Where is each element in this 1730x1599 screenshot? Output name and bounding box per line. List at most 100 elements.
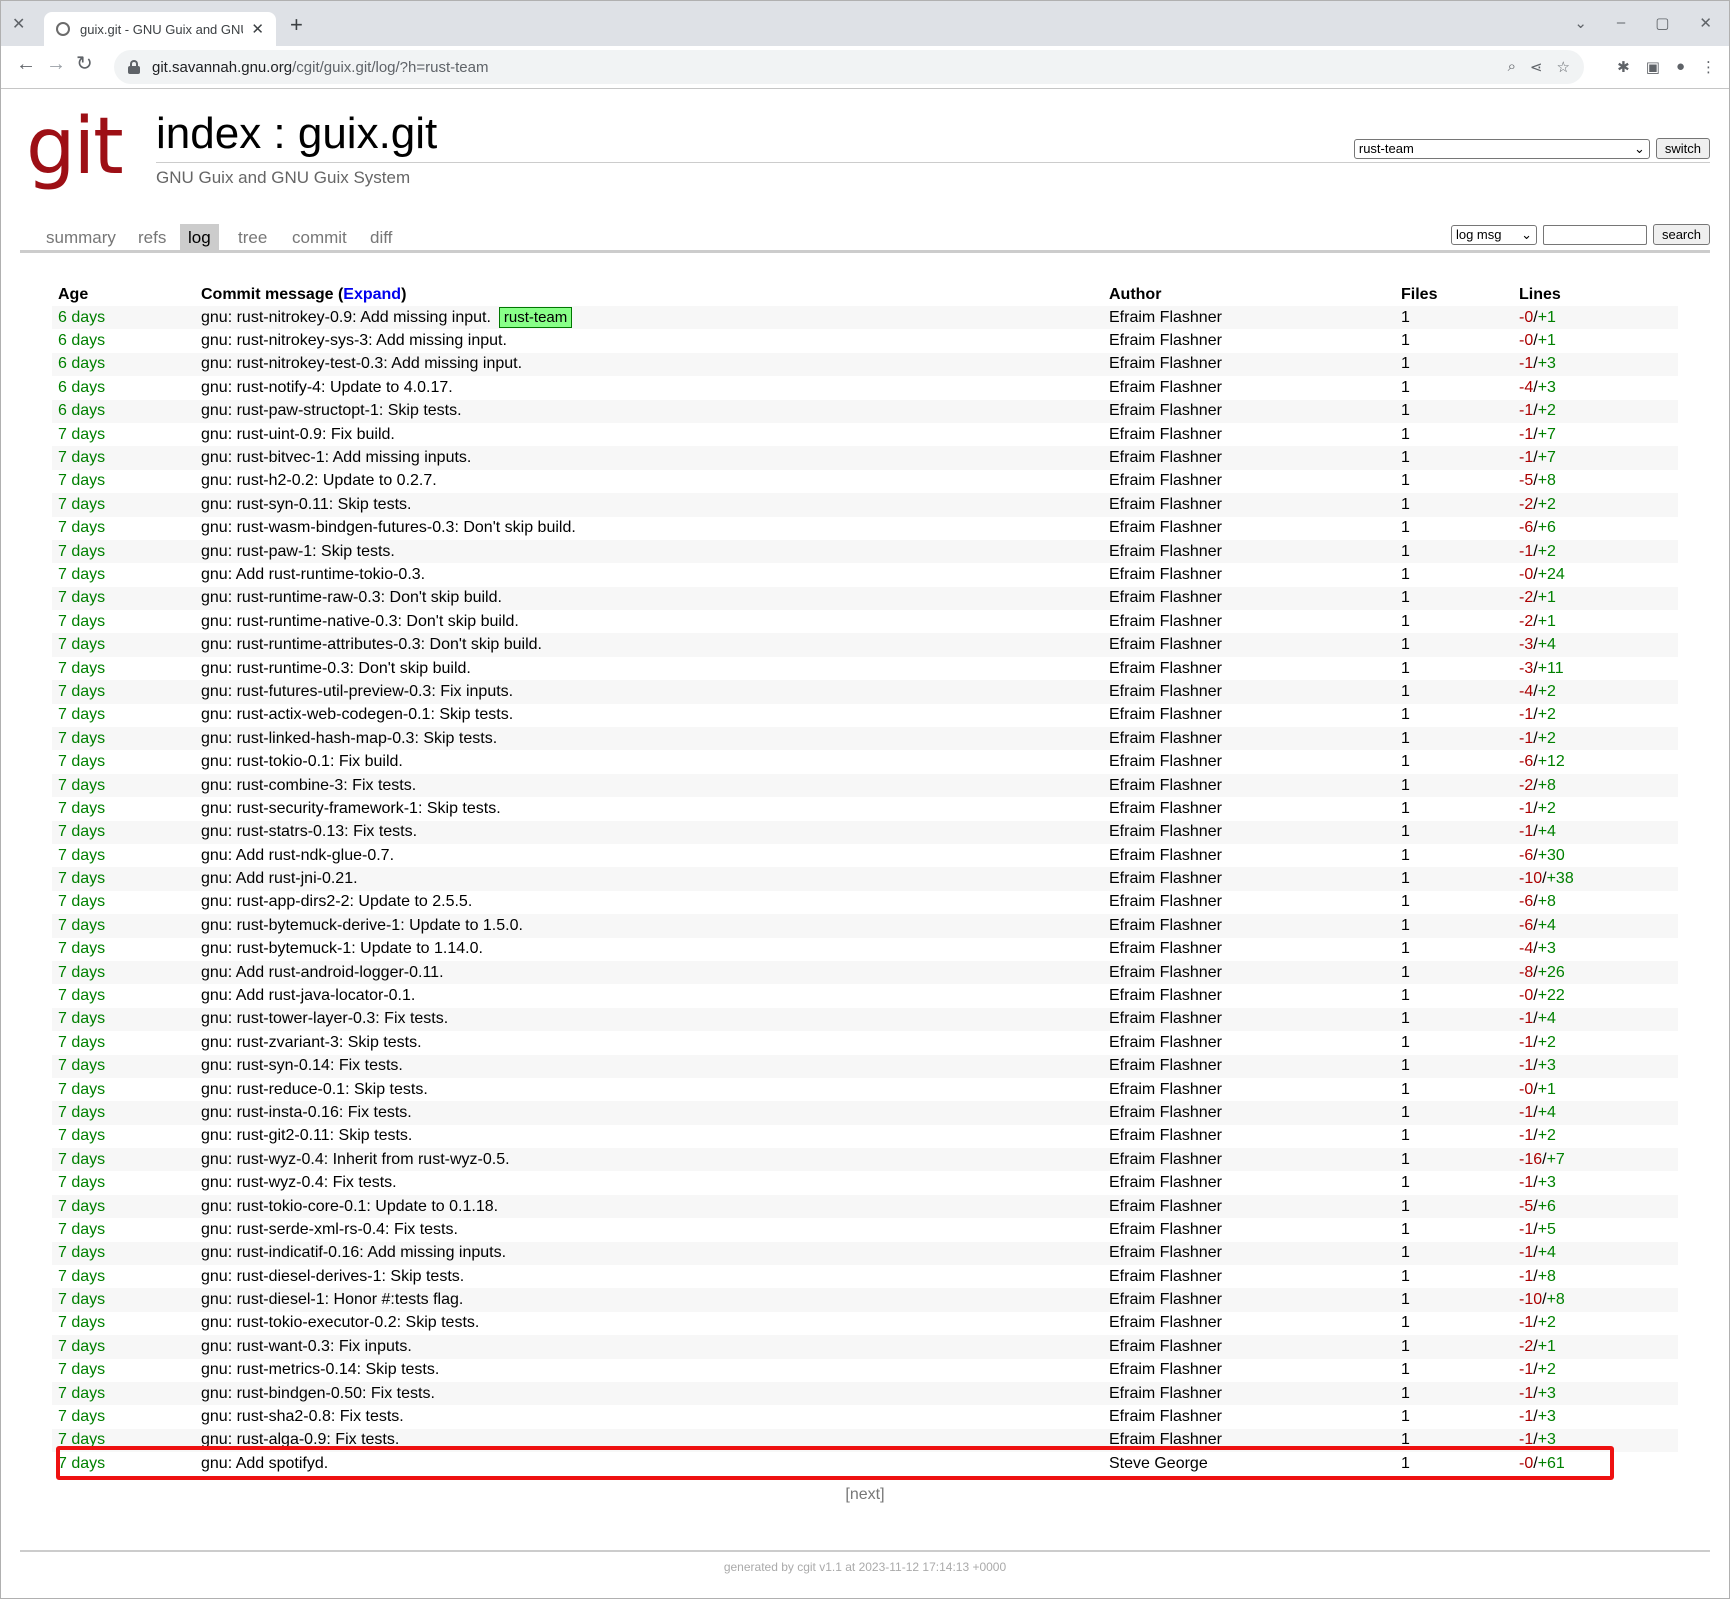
commit-message-link[interactable]: gnu: rust-diesel-derives-1: Skip tests. [201,1268,464,1285]
commit-message-link[interactable]: gnu: rust-notify-4: Update to 4.0.17. [201,379,453,396]
browser-tab[interactable]: guix.git - GNU Guix and GNU G ✕ [44,12,276,46]
commit-message-link[interactable]: gnu: rust-tokio-0.1: Fix build. [201,753,403,770]
commit-message-link[interactable]: gnu: rust-nitrokey-test-0.3: Add missing… [201,355,522,372]
address-bar[interactable]: git.savannah.gnu.org/cgit/guix.git/log/?… [114,50,1584,84]
commit-message-link[interactable]: gnu: rust-futures-util-preview-0.3: Fix … [201,683,513,700]
maximize-icon[interactable]: ▢ [1655,14,1669,32]
commit-message-link[interactable]: gnu: rust-uint-0.9: Fix build. [201,426,395,443]
reload-icon[interactable]: ↻ [76,54,93,74]
tab-diff[interactable]: diff [362,224,400,250]
commit-age[interactable]: 7 days [52,680,195,704]
commit-age[interactable]: 7 days [52,1405,195,1428]
expand-link[interactable]: Expand [343,286,401,303]
commit-age[interactable]: 7 days [52,470,195,493]
commit-message-link[interactable]: gnu: rust-bytemuck-1: Update to 1.14.0. [201,940,483,957]
commit-age[interactable]: 7 days [52,891,195,914]
commit-age[interactable]: 7 days [52,1359,195,1382]
forward-icon[interactable]: → [46,54,66,74]
commit-message-link[interactable]: gnu: rust-bytemuck-derive-1: Update to 1… [201,917,523,934]
commit-age[interactable]: 7 days [52,1031,195,1054]
extensions-puzzle-icon[interactable]: ✱ [1617,58,1630,76]
commit-age[interactable]: 7 days [52,586,195,611]
minimize-icon[interactable]: – [1617,14,1625,32]
commit-age[interactable]: 7 days [52,493,195,517]
search-mode-select[interactable]: log msg ⌄ [1450,224,1537,245]
search-button[interactable]: search [1652,224,1710,245]
commit-message-link[interactable]: gnu: rust-syn-0.11: Skip tests. [201,496,411,513]
commit-age[interactable]: 6 days [52,399,195,423]
commit-message-link[interactable]: gnu: rust-bindgen-0.50: Fix tests. [201,1385,435,1402]
commit-message-link[interactable]: gnu: rust-linked-hash-map-0.3: Skip test… [201,730,497,747]
commit-message-link[interactable]: gnu: rust-actix-web-codegen-0.1: Skip te… [201,706,513,723]
commit-message-link[interactable]: gnu: Add rust-jni-0.21. [201,870,358,887]
commit-age[interactable]: 7 days [52,1381,195,1406]
close-window-icon[interactable]: ✕ [12,14,25,34]
commit-age[interactable]: 7 days [52,1288,195,1312]
branch-select[interactable]: rust-team ⌄ [1353,138,1650,159]
branch-badge[interactable]: rust-team [498,307,573,329]
commit-age[interactable]: 7 days [52,1054,195,1078]
commit-age[interactable]: 7 days [52,1335,195,1359]
commit-message-link[interactable]: gnu: rust-reduce-0.1: Skip tests. [201,1081,428,1098]
commit-message-link[interactable]: gnu: rust-metrics-0.14: Skip tests. [201,1361,439,1378]
commit-message-link[interactable]: gnu: rust-nitrokey-0.9: Add missing inpu… [201,309,491,326]
zoom-icon[interactable]: ⌕ [1508,58,1516,76]
commit-age[interactable]: 7 days [52,1148,195,1172]
commit-message-link[interactable]: gnu: rust-wyz-0.4: Inherit from rust-wyz… [201,1151,510,1168]
tab-refs[interactable]: refs [130,224,174,250]
commit-message-link[interactable]: gnu: rust-paw-structopt-1: Skip tests. [201,402,462,419]
commit-age[interactable]: 7 days [52,727,195,751]
commit-age[interactable]: 7 days [52,960,195,985]
tab-commit[interactable]: commit [284,224,355,250]
commit-age[interactable]: 7 days [52,657,195,680]
commit-message-link[interactable]: gnu: rust-tokio-executor-0.2: Skip tests… [201,1314,479,1331]
share-icon[interactable]: ⋖ [1530,58,1543,76]
commit-age[interactable]: 7 days [52,1007,195,1032]
profile-avatar-icon[interactable]: ● [1676,58,1685,76]
commit-age[interactable]: 7 days [52,1078,195,1101]
commit-age[interactable]: 6 days [52,306,195,330]
commit-message-link[interactable]: gnu: rust-wasm-bindgen-futures-0.3: Don'… [201,519,576,536]
commit-age[interactable]: 7 days [52,1194,195,1219]
side-panel-icon[interactable]: ▣ [1646,58,1660,76]
tab-summary[interactable]: summary [38,224,124,250]
commit-age[interactable]: 7 days [52,539,195,564]
commit-message-link[interactable]: gnu: Add rust-ndk-glue-0.7. [201,847,394,864]
commit-age[interactable]: 7 days [52,773,195,798]
commit-message-link[interactable]: gnu: rust-wyz-0.4: Fix tests. [201,1174,397,1191]
commit-age[interactable]: 7 days [52,1101,195,1125]
commit-message-link[interactable]: gnu: rust-tower-layer-0.3: Fix tests. [201,1010,448,1027]
commit-age[interactable]: 7 days [52,1312,195,1335]
commit-age[interactable]: 7 days [52,984,195,1007]
commit-age[interactable]: 7 days [52,914,195,938]
commit-age[interactable]: 7 days [52,820,195,844]
commit-message-link[interactable]: gnu: rust-paw-1: Skip tests. [201,543,395,560]
commit-age[interactable]: 7 days [52,1125,195,1148]
commit-message-link[interactable]: gnu: rust-tokio-core-0.1: Update to 0.1.… [201,1198,498,1215]
commit-message-link[interactable]: gnu: rust-serde-xml-rs-0.4: Fix tests. [201,1221,458,1238]
commit-age[interactable]: 6 days [52,352,195,377]
commit-message-link[interactable]: gnu: rust-insta-0.16: Fix tests. [201,1104,412,1121]
commit-age[interactable]: 7 days [52,610,195,633]
commit-age[interactable]: 7 days [52,750,195,773]
commit-message-link[interactable]: gnu: rust-nitrokey-sys-3: Add missing in… [201,332,507,349]
commit-age[interactable]: 7 days [52,1265,195,1288]
commit-message-link[interactable]: gnu: Add spotifyd. [201,1455,328,1472]
commit-message-link[interactable]: gnu: Add rust-java-locator-0.1. [201,987,415,1004]
commit-message-link[interactable]: gnu: rust-combine-3: Fix tests. [201,777,416,794]
git-logo[interactable]: git [26,108,124,186]
commit-message-link[interactable]: gnu: rust-runtime-attributes-0.3: Don't … [201,636,542,653]
commit-age[interactable]: 7 days [52,844,195,867]
commit-age[interactable]: 7 days [52,633,195,657]
commit-age[interactable]: 7 days [52,1241,195,1266]
commit-message-link[interactable]: gnu: rust-bitvec-1: Add missing inputs. [201,449,471,466]
search-input[interactable] [1542,224,1647,245]
commit-message-link[interactable]: gnu: rust-diesel-1: Honor #:tests flag. [201,1291,463,1308]
close-icon[interactable]: ✕ [1699,14,1712,32]
commit-age[interactable]: 7 days [52,867,195,891]
commit-age[interactable]: 7 days [52,517,195,540]
commit-age[interactable]: 6 days [52,376,195,399]
commit-message-link[interactable]: gnu: rust-git2-0.11: Skip tests. [201,1127,412,1144]
commit-message-link[interactable]: gnu: rust-indicatif-0.16: Add missing in… [201,1244,506,1261]
commit-message-link[interactable]: gnu: Add rust-runtime-tokio-0.3. [201,566,425,583]
